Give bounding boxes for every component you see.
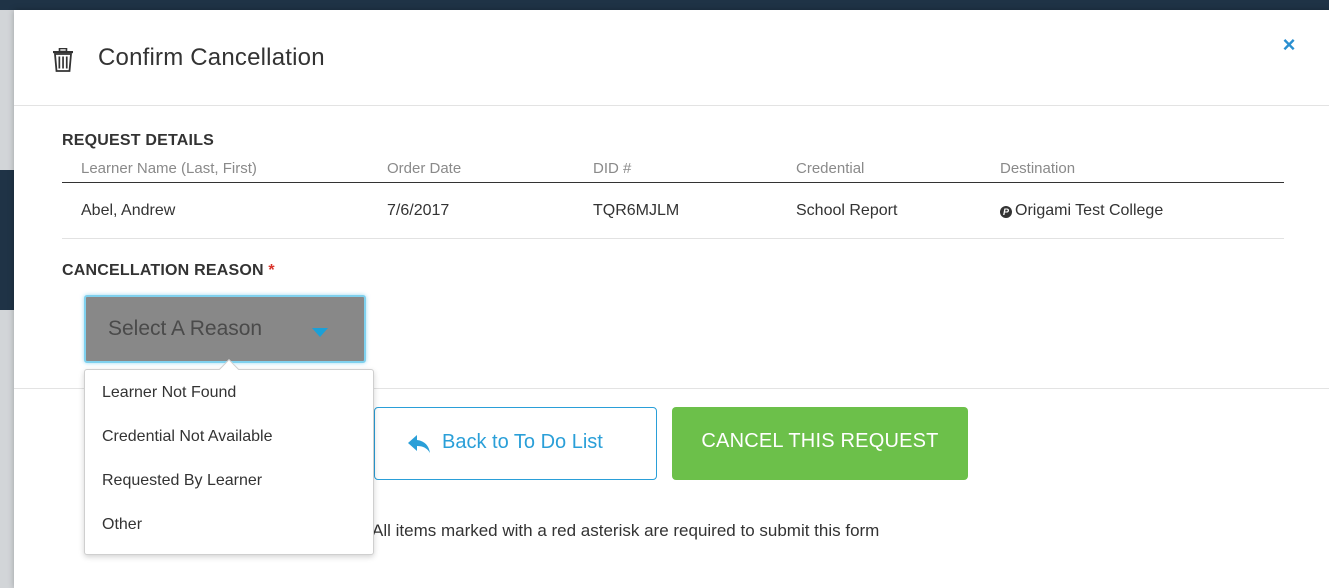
reason-option-learner-not-found[interactable]: Learner Not Found	[85, 372, 373, 416]
destination-name: Origami Test College	[1015, 202, 1164, 219]
reason-option-requested-by-learner[interactable]: Requested By Learner	[85, 460, 373, 504]
learner-name-cell: Abel, Andrew	[81, 202, 176, 219]
back-button-label: Back to To Do List	[442, 431, 603, 453]
destination-cell: P Origami Test College	[1000, 202, 1163, 220]
option-label: Credential Not Available	[102, 428, 273, 445]
required-fields-note: All items marked with a red asterisk are…	[372, 521, 880, 540]
did-cell: TQR6MJLM	[593, 202, 680, 219]
modal-header: Confirm Cancellation ×	[14, 10, 1329, 106]
order-date-cell: 7/6/2017	[387, 202, 450, 219]
option-label: Other	[102, 516, 143, 533]
column-header-learner-name: Learner Name (Last, First)	[81, 160, 257, 177]
required-asterisk: *	[268, 262, 275, 279]
destination-p-icon: P	[1000, 206, 1012, 218]
modal-title: Confirm Cancellation	[98, 44, 325, 71]
confirm-cancellation-modal: Confirm Cancellation × REQUEST DETAILS L…	[14, 10, 1329, 588]
backdrop-topbar	[0, 0, 1329, 10]
request-details-heading: REQUEST DETAILS	[62, 132, 215, 149]
column-header-destination: Destination	[1000, 160, 1076, 177]
column-header-order-date: Order Date	[387, 160, 462, 177]
back-to-todo-list-button[interactable]: Back to To Do List	[374, 407, 657, 480]
cancellation-reason-heading: CANCELLATION REASON *	[62, 262, 275, 280]
reason-option-credential-not-available[interactable]: Credential Not Available	[85, 416, 373, 460]
cancellation-reason-select[interactable]: Select A Reason	[84, 295, 366, 363]
table-header-row: Learner Name (Last, First) Order Date DI…	[62, 158, 1284, 183]
column-header-did: DID #	[593, 160, 632, 177]
select-placeholder: Select A Reason	[108, 317, 263, 340]
backdrop-sidebar-band	[0, 170, 14, 310]
option-label: Learner Not Found	[102, 384, 237, 401]
caret-down-icon	[312, 328, 328, 337]
table-row: Abel, Andrew 7/6/2017 TQR6MJLM School Re…	[62, 183, 1284, 239]
cancellation-reason-label: CANCELLATION REASON	[62, 262, 264, 279]
request-details-table: Learner Name (Last, First) Order Date DI…	[62, 158, 1284, 239]
option-label: Requested By Learner	[102, 472, 263, 489]
cancel-this-request-button[interactable]: CANCEL THIS REQUEST	[672, 407, 968, 480]
reply-arrow-icon	[408, 435, 430, 453]
reason-option-other[interactable]: Other	[85, 504, 373, 548]
cancel-button-label: CANCEL THIS REQUEST	[701, 430, 939, 452]
trash-icon	[53, 48, 73, 72]
credential-cell: School Report	[796, 202, 898, 219]
close-icon[interactable]: ×	[1278, 34, 1300, 56]
reason-dropdown-menu: Learner Not Found Credential Not Availab…	[84, 359, 374, 555]
column-header-credential: Credential	[796, 160, 865, 177]
